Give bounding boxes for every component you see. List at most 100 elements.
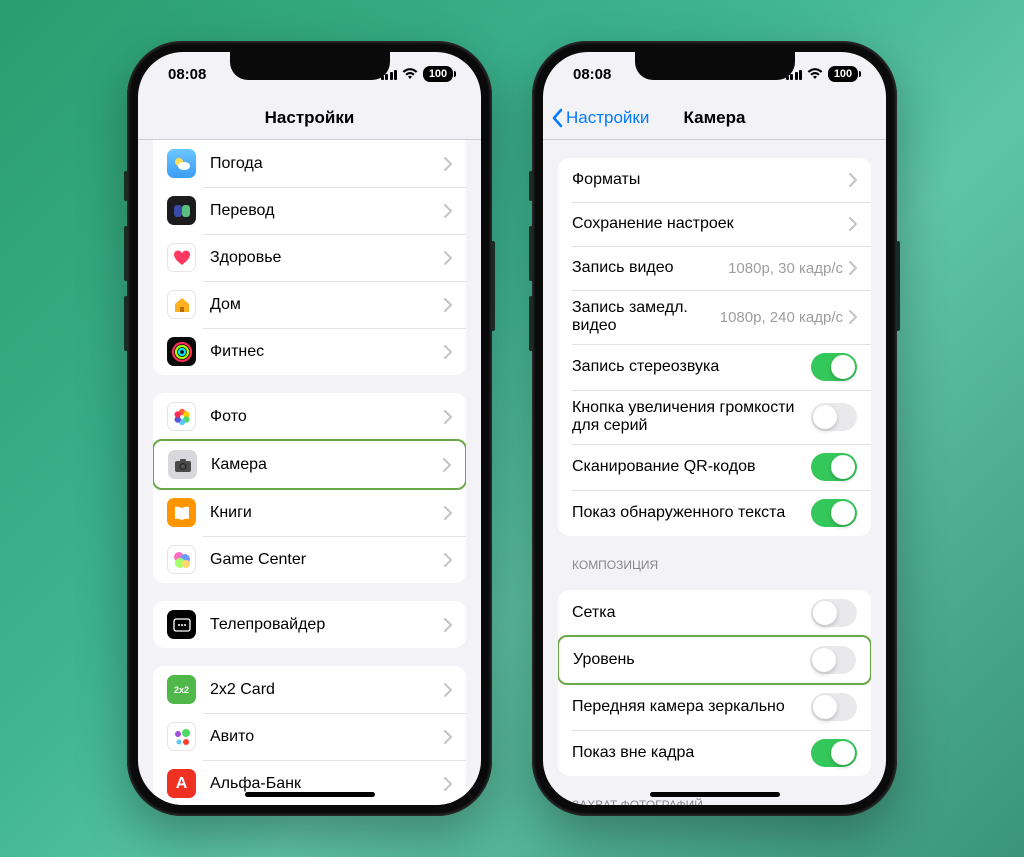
toggle[interactable]	[811, 403, 857, 431]
row-label: Телепровайдер	[210, 616, 444, 634]
settings-row-books[interactable]: Книги	[153, 489, 466, 536]
settings-row-home[interactable]: Дом	[153, 281, 466, 328]
notch	[230, 52, 390, 80]
chevron-right-icon	[444, 298, 452, 312]
battery-icon: 100	[828, 66, 858, 82]
row-label: Кнопка увеличения громкости для серий	[572, 399, 811, 435]
row-label: Запись видео	[572, 259, 728, 277]
camera-row[interactable]: Форматы	[558, 158, 871, 202]
row-label: Показ обнаруженного текста	[572, 504, 811, 522]
section-header: ЗАХВАТ ФОТОГРАФИЙ	[572, 798, 871, 805]
chevron-right-icon	[849, 217, 857, 231]
settings-row-2x2[interactable]: 2x2 2x2 Card	[153, 666, 466, 713]
row-label: Сетка	[572, 604, 811, 622]
row-label: Уровень	[573, 651, 810, 669]
toggle[interactable]	[811, 739, 857, 767]
camera-row: Сканирование QR-кодов	[558, 444, 871, 490]
row-label: Книги	[210, 504, 444, 522]
row-label: Сохранение настроек	[572, 215, 849, 233]
row-label: Фитнес	[210, 343, 444, 361]
camera-row: Показ вне кадра	[558, 730, 871, 776]
avito-icon	[167, 722, 196, 751]
nav-bar: Настройки Камера	[543, 96, 886, 140]
toggle[interactable]	[811, 453, 857, 481]
settings-row-fitness[interactable]: Фитнес	[153, 328, 466, 375]
chevron-right-icon	[444, 618, 452, 632]
tvprovider-icon	[167, 610, 196, 639]
settings-row-camera[interactable]: Камера	[154, 441, 465, 488]
camera-row: Передняя камера зеркально	[558, 684, 871, 730]
highlight-row: Уровень	[558, 635, 871, 685]
toggle[interactable]	[811, 499, 857, 527]
highlight-row: Камера	[153, 439, 466, 490]
weather-icon	[167, 149, 196, 178]
settings-row-avito[interactable]: Авито	[153, 713, 466, 760]
row-label: Камера	[211, 456, 443, 474]
camera-icon	[168, 450, 197, 479]
camera-row: Показ обнаруженного текста	[558, 490, 871, 536]
chevron-right-icon	[444, 777, 452, 791]
power-button	[896, 241, 900, 331]
chevron-right-icon	[444, 553, 452, 567]
row-label: Game Center	[210, 551, 444, 569]
row-label: Запись замедл. видео	[572, 299, 720, 335]
chevron-right-icon	[443, 458, 451, 472]
row-detail: 1080p, 240 кадр/с	[720, 309, 843, 326]
camera-row[interactable]: Сохранение настроек	[558, 202, 871, 246]
nav-bar: Настройки	[138, 96, 481, 140]
settings-row-photos[interactable]: Фото	[153, 393, 466, 440]
chevron-right-icon	[444, 683, 452, 697]
row-label: 2x2 Card	[210, 681, 444, 699]
chevron-right-icon	[444, 506, 452, 520]
mute-switch	[124, 171, 128, 201]
back-label: Настройки	[566, 108, 649, 128]
row-label: Показ вне кадра	[572, 744, 811, 762]
page-title: Настройки	[265, 108, 355, 128]
chevron-right-icon	[444, 157, 452, 171]
settings-row-weather[interactable]: Погода	[153, 140, 466, 187]
settings-row-alfa[interactable]: А Альфа-Банк	[153, 760, 466, 805]
health-icon	[167, 243, 196, 272]
fitness-icon	[167, 337, 196, 366]
row-label: Сканирование QR-кодов	[572, 458, 811, 476]
settings-row-tvprovider[interactable]: Телепровайдер	[153, 601, 466, 648]
row-label: Альфа-Банк	[210, 775, 444, 793]
gamecenter-icon	[167, 545, 196, 574]
settings-row-health[interactable]: Здоровье	[153, 234, 466, 281]
toggle[interactable]	[811, 353, 857, 381]
row-label: Передняя камера зеркально	[572, 698, 811, 716]
volume-down	[124, 296, 128, 351]
row-label: Здоровье	[210, 249, 444, 267]
row-label: Запись стереозвука	[572, 358, 811, 376]
volume-up	[529, 226, 533, 281]
settings-row-translate[interactable]: Перевод	[153, 187, 466, 234]
section-header: КОМПОЗИЦИЯ	[572, 558, 871, 572]
wifi-icon	[807, 68, 823, 80]
volume-up	[124, 226, 128, 281]
books-icon	[167, 498, 196, 527]
chevron-right-icon	[444, 410, 452, 424]
settings-row-gamecenter[interactable]: Game Center	[153, 536, 466, 583]
page-title: Камера	[684, 108, 746, 128]
home-indicator	[650, 792, 780, 797]
mute-switch	[529, 171, 533, 201]
row-label: Перевод	[210, 202, 444, 220]
2x2-icon: 2x2	[167, 675, 196, 704]
photos-icon	[167, 402, 196, 431]
battery-icon: 100	[423, 66, 453, 82]
camera-row[interactable]: Запись видео 1080p, 30 кадр/с	[558, 246, 871, 290]
row-detail: 1080p, 30 кадр/с	[728, 260, 843, 277]
toggle[interactable]	[810, 646, 856, 674]
back-button[interactable]: Настройки	[551, 108, 649, 128]
chevron-right-icon	[849, 173, 857, 187]
toggle[interactable]	[811, 599, 857, 627]
phone-left: 08:08 100 Настройки Погода Перевод Здоро…	[127, 41, 492, 816]
home-indicator	[245, 792, 375, 797]
toggle[interactable]	[811, 693, 857, 721]
volume-down	[529, 296, 533, 351]
phone-right: 08:08 100 Настройки Камера Форматы Сохра…	[532, 41, 897, 816]
wifi-icon	[402, 68, 418, 80]
camera-row[interactable]: Запись замедл. видео 1080p, 240 кадр/с	[558, 290, 871, 344]
row-label: Погода	[210, 155, 444, 173]
chevron-right-icon	[444, 251, 452, 265]
